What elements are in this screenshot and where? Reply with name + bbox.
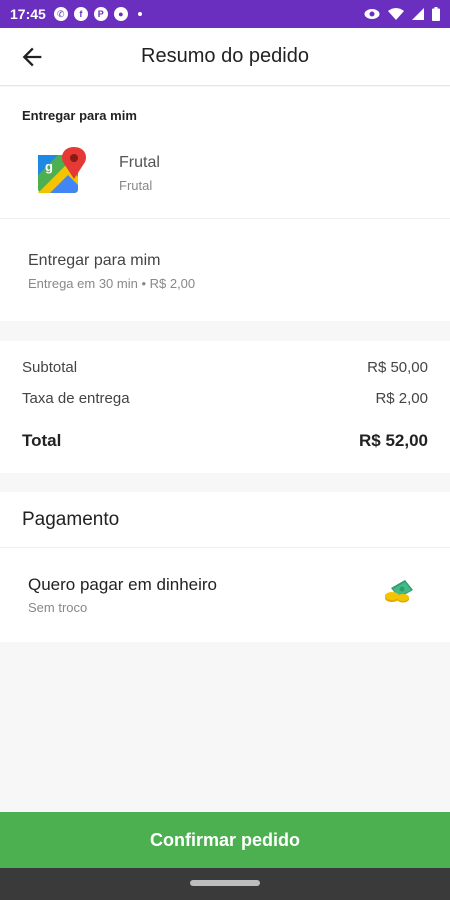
pinterest-icon: P [93,7,108,21]
delivery-fee-row: Taxa de entrega R$ 2,00 [22,390,428,407]
total-row: Total R$ 52,00 [22,431,428,451]
subtotal-row: Subtotal R$ 50,00 [22,359,428,376]
payment-title: Pagamento [22,509,120,530]
wifi-icon [388,8,404,20]
divider [0,547,450,548]
status-bar: 17:45 ✆ f P ● [0,0,450,28]
delivery-fee-value: R$ 2,00 [375,390,428,407]
total-label: Total [22,431,62,450]
divider [0,218,450,219]
battery-icon [432,7,440,21]
facebook-icon: f [73,7,88,21]
cash-icon [385,580,413,603]
svg-text:g: g [45,159,53,174]
whatsapp-icon: ✆ [53,7,68,21]
system-nav-bar [0,868,450,900]
app-bar: Resumo do pedido [0,28,450,86]
signal-icon [412,8,424,20]
delivery-section: Entregar para mim g Frutal Frutal Entreg… [0,87,450,321]
app-icon: ● [113,7,128,21]
total-value: R$ 52,00 [359,431,428,450]
order-summary: Subtotal R$ 50,00 Taxa de entrega R$ 2,0… [0,341,450,473]
home-gesture-pill[interactable] [190,880,260,886]
dot-icon [137,12,142,16]
payment-method[interactable]: Quero pagar em dinheiro [28,575,217,595]
eye-icon [364,9,380,19]
delivery-option-title[interactable]: Entregar para mim [28,252,161,270]
google-maps-icon: g [38,147,86,193]
confirm-order-button[interactable]: Confirmar pedido [0,812,450,868]
subtotal-label: Subtotal [22,359,78,376]
payment-section: Pagamento Quero pagar em dinheiro Sem tr… [0,492,450,642]
delivery-section-label: Entregar para mim [22,108,137,123]
delivery-option-detail: Entrega em 30 min • R$ 2,00 [28,276,196,291]
status-time: 17:45 [10,6,46,22]
delivery-fee-label: Taxa de entrega [22,390,130,407]
address-name: Frutal [119,154,160,171]
payment-method-detail: Sem troco [28,600,88,615]
address-city: Frutal [119,178,153,193]
subtotal-value: R$ 50,00 [367,359,428,376]
page-title: Resumo do pedido [141,45,309,67]
